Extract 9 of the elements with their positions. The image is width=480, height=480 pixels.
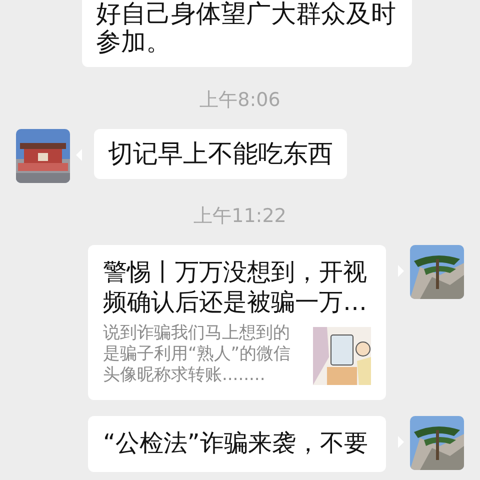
link-card[interactable]: “公检法”诈骗来袭，不要 (88, 416, 386, 472)
link-title: 警惕丨万万没想到，开视频确认后还是被骗一万… (103, 257, 368, 317)
timestamp: 上午8:06 (200, 88, 280, 113)
message-bubble[interactable]: 好自己身体望广大群众及时参加。 (82, 0, 412, 67)
link-description: 说到诈骗我们马上想到的是骗子利用“熟人”的微信头像昵称求转账........ (103, 323, 292, 386)
message-bubble[interactable]: 切记早上不能吃东西 (94, 129, 347, 179)
link-title: “公检法”诈骗来袭，不要 (103, 428, 369, 458)
link-card[interactable]: 警惕丨万万没想到，开视频确认后还是被骗一万… 说到诈骗我们马上想到的是骗子利用“熟人”的微信头像昵称求转账........ (88, 245, 386, 400)
timestamp: 上午11:22 (194, 204, 286, 229)
